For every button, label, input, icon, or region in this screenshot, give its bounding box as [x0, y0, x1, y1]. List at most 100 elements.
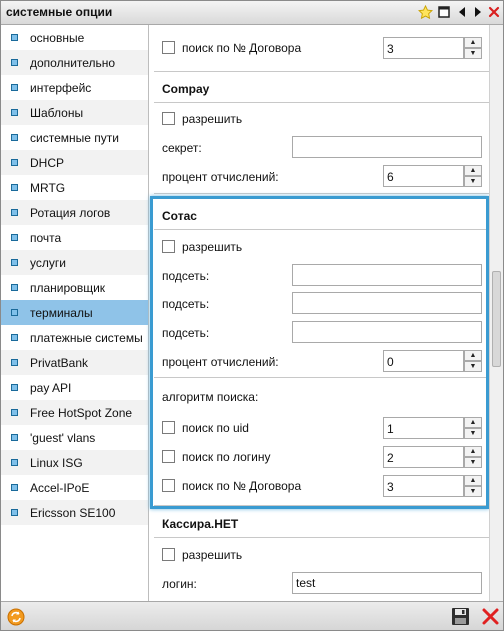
kassira-login-input[interactable]: test [292, 572, 482, 594]
stepper-up-icon[interactable]: ▲ [464, 475, 482, 486]
sidebar-item-guest-vlans[interactable]: 'guest' vlans [1, 425, 148, 450]
bullet-icon [11, 134, 18, 141]
sidebar-item-accel-ipoe[interactable]: Accel-IPoE [1, 475, 148, 500]
sidebar-item-scheduler[interactable]: планировщик [1, 275, 148, 300]
refresh-icon[interactable] [7, 608, 25, 626]
bullet-icon [11, 409, 18, 416]
stepper-value[interactable]: 3 [383, 37, 464, 59]
compay-allow-checkbox[interactable] [162, 112, 175, 125]
compay-allow-label: разрешить [182, 112, 243, 126]
sotas-subnet-input-2[interactable] [292, 292, 482, 314]
bullet-icon [11, 434, 18, 441]
sidebar-item-interface[interactable]: интерфейс [1, 75, 148, 100]
sotas-search-uid-checkbox[interactable] [162, 421, 175, 434]
sidebar-item-linux-isg[interactable]: Linux ISG [1, 450, 148, 475]
bullet-icon [11, 209, 18, 216]
bullet-icon [11, 84, 18, 91]
bullet-icon [11, 309, 18, 316]
compay-section-title: Compay [162, 82, 210, 96]
stepper-value[interactable]: 6 [383, 165, 464, 187]
sotas-search-uid-stepper[interactable]: 1 ▲ ▼ [383, 417, 482, 439]
compay-secret-label: секрет: [162, 141, 202, 155]
scrollbar-thumb[interactable] [492, 271, 501, 367]
bullet-icon [11, 59, 18, 66]
divider [154, 505, 489, 506]
stepper-down-icon[interactable]: ▼ [464, 48, 482, 59]
prev-section: поиск по № Договора 3 ▲ ▼ [154, 25, 489, 71]
sotas-subnet-label: подсеть: [162, 269, 210, 283]
sidebar-item-log-rotation[interactable]: Ротация логов [1, 200, 148, 225]
bullet-icon [11, 334, 18, 341]
sotas-algorithm-label: алгоритм поиска: [162, 390, 259, 404]
sotas-subnet-input-3[interactable] [292, 321, 482, 343]
stepper-value[interactable]: 2 [383, 446, 464, 468]
sotas-percent-label: процент отчислений: [162, 355, 279, 369]
stepper-up-icon[interactable]: ▲ [464, 350, 482, 361]
sotas-percent-stepper[interactable]: 0 ▲ ▼ [383, 350, 482, 372]
sidebar-item-basic[interactable]: основные [1, 25, 148, 50]
stepper-down-icon[interactable]: ▼ [464, 457, 482, 468]
sidebar-item-pay-api[interactable]: pay API [1, 375, 148, 400]
stepper-up-icon[interactable]: ▲ [464, 165, 482, 176]
sotas-subnet-input-1[interactable] [292, 264, 482, 286]
maximize-icon[interactable] [436, 4, 452, 20]
previous-arrow-icon[interactable] [454, 4, 470, 20]
sotas-search-contract-label: поиск по № Договора [182, 479, 302, 493]
close-icon[interactable] [486, 4, 502, 20]
cancel-icon[interactable] [481, 607, 500, 626]
bullet-icon [11, 359, 18, 366]
title-bar: системные опции [1, 1, 503, 25]
sotas-subnet-label: подсеть: [162, 326, 210, 340]
stepper-value[interactable]: 1 [383, 417, 464, 439]
stepper-down-icon[interactable]: ▼ [464, 486, 482, 497]
stepper-up-icon[interactable]: ▲ [464, 446, 482, 457]
sotas-search-login-stepper[interactable]: 2 ▲ ▼ [383, 446, 482, 468]
compay-secret-input[interactable] [292, 136, 482, 158]
stepper-up-icon[interactable]: ▲ [464, 417, 482, 428]
sidebar-item-privatbank[interactable]: PrivatBank [1, 350, 148, 375]
kassira-allow-checkbox[interactable] [162, 548, 175, 561]
sidebar-item-additional[interactable]: дополнительно [1, 50, 148, 75]
bullet-icon [11, 484, 18, 491]
sidebar-item-dhcp[interactable]: DHCP [1, 150, 148, 175]
sidebar-item-payment-systems[interactable]: платежные системы [1, 325, 148, 350]
bullet-icon [11, 259, 18, 266]
stepper-value[interactable]: 3 [383, 475, 464, 497]
sotas-subnet-label: подсеть: [162, 297, 210, 311]
stepper-down-icon[interactable]: ▼ [464, 176, 482, 187]
settings-window: системные опции основные дополнительно и… [0, 0, 504, 631]
bullet-icon [11, 34, 18, 41]
sidebar-item-mrtg[interactable]: MRTG [1, 175, 148, 200]
bullet-icon [11, 509, 18, 516]
stepper-value[interactable]: 0 [383, 350, 464, 372]
save-icon[interactable] [451, 607, 470, 626]
favorite-star-icon[interactable] [417, 4, 433, 20]
sotas-search-contract-stepper[interactable]: 3 ▲ ▼ [383, 475, 482, 497]
divider [154, 229, 489, 230]
sotas-allow-checkbox[interactable] [162, 240, 175, 253]
stepper-up-icon[interactable]: ▲ [464, 37, 482, 48]
sidebar-item-system-paths[interactable]: системные пути [1, 125, 148, 150]
sotas-search-login-checkbox[interactable] [162, 450, 175, 463]
bullet-icon [11, 109, 18, 116]
sidebar-item-templates[interactable]: Шаблоны [1, 100, 148, 125]
sidebar: основные дополнительно интерфейс Шаблоны… [1, 25, 149, 601]
sidebar-item-ericsson-se100[interactable]: Ericsson SE100 [1, 500, 148, 525]
bullet-icon [11, 459, 18, 466]
sotas-search-contract-checkbox[interactable] [162, 479, 175, 492]
divider [154, 102, 489, 103]
stepper-down-icon[interactable]: ▼ [464, 428, 482, 439]
prev-contract-search-checkbox[interactable] [162, 41, 175, 54]
bullet-icon [11, 384, 18, 391]
compay-percent-stepper[interactable]: 6 ▲ ▼ [383, 165, 482, 187]
next-arrow-icon[interactable] [470, 4, 486, 20]
sidebar-item-free-hotspot-zone[interactable]: Free HotSpot Zone [1, 400, 148, 425]
sidebar-item-terminals[interactable]: терминалы [1, 300, 148, 325]
sidebar-item-mail[interactable]: почта [1, 225, 148, 250]
prev-contract-search-stepper[interactable]: 3 ▲ ▼ [383, 37, 482, 59]
compay-percent-label: процент отчислений: [162, 170, 279, 184]
sotas-search-login-label: поиск по логину [182, 450, 271, 464]
sidebar-item-services[interactable]: услуги [1, 250, 148, 275]
content-scrollbar[interactable] [489, 25, 503, 601]
stepper-down-icon[interactable]: ▼ [464, 361, 482, 372]
